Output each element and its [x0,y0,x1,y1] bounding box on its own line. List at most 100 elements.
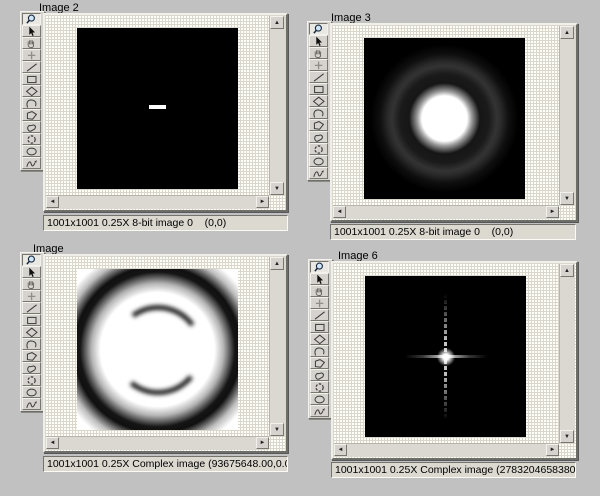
point-tool-button[interactable] [310,297,329,309]
scroll-up-button[interactable]: ▲ [270,16,284,29]
image-display[interactable] [365,276,526,437]
image-window: Image ▲ ▼ ◄ ► [20,243,288,473]
scroll-up-button[interactable]: ▲ [270,257,284,270]
scroll-up-button[interactable]: ▲ [560,26,574,39]
selection-tool-button[interactable] [310,273,329,285]
horizontal-scroll-trough[interactable] [59,196,256,209]
scroll-right-button[interactable]: ► [256,196,269,208]
scroll-up-button[interactable]: ▲ [560,264,574,277]
scroll-left-button[interactable]: ◄ [334,444,347,456]
rotated-rectangle-tool-icon [313,334,327,345]
horizontal-scroll-trough[interactable] [59,437,256,450]
zoom-tool-icon [313,262,327,273]
horizontal-scrollbar[interactable]: ◄ ► [46,195,269,209]
scroll-down-button[interactable]: ▼ [560,430,574,443]
rectangle-tool-button[interactable] [309,83,328,95]
polygon-tool-button[interactable] [22,350,41,362]
vertical-scroll-trough[interactable] [560,39,575,192]
scroll-down-button[interactable]: ▼ [560,192,574,205]
vertical-scroll-trough[interactable] [270,270,285,423]
point-tool-icon [312,60,326,71]
line-tool-button[interactable] [22,302,41,314]
annulus-tool-button[interactable] [22,374,41,386]
annulus-tool-button[interactable] [310,381,329,393]
vertical-scrollbar[interactable]: ▲ ▼ [269,16,285,195]
freehand-region-tool-button[interactable] [310,369,329,381]
rotated-rectangle-tool-button[interactable] [22,326,41,338]
point-tool-button[interactable] [22,49,41,61]
image-window-3: Image 3 ▲ ▼ ◄ ► 1001x1001 0.25X 8-bit im [307,12,578,242]
image-display[interactable] [364,38,525,199]
scroll-right-button[interactable]: ► [546,206,559,218]
pan-tool-button[interactable] [309,47,328,59]
zoom-tool-button[interactable] [310,261,329,273]
freehand-region-tool-button[interactable] [22,362,41,374]
oval-tool-button[interactable] [22,145,41,157]
oval-tool-button[interactable] [309,155,328,167]
pan-tool-button[interactable] [22,278,41,290]
rectangle-tool-button[interactable] [22,73,41,85]
pan-tool-button[interactable] [310,285,329,297]
selection-tool-button[interactable] [22,266,41,278]
broken-line-tool-button[interactable] [22,338,41,350]
pan-tool-button[interactable] [22,37,41,49]
annulus-tool-icon [313,382,327,393]
freehand-region-tool-button[interactable] [22,121,41,133]
selection-tool-button[interactable] [309,35,328,47]
scroll-right-button[interactable]: ► [256,437,269,449]
freehand-line-tool-button[interactable] [22,398,41,410]
freehand-line-tool-button[interactable] [309,167,328,179]
vertical-scrollbar[interactable]: ▲ ▼ [269,257,285,436]
broken-line-tool-button[interactable] [22,97,41,109]
oval-tool-button[interactable] [22,386,41,398]
freehand-line-tool-button[interactable] [22,157,41,169]
oval-tool-button[interactable] [310,393,329,405]
vertical-scrollbar[interactable]: ▲ ▼ [559,26,575,205]
broken-line-tool-button[interactable] [309,107,328,119]
freehand-line-tool-button[interactable] [310,405,329,417]
left-arrow-icon: ◄ [337,209,343,215]
polygon-tool-button[interactable] [309,119,328,131]
point-tool-button[interactable] [22,290,41,302]
annulus-tool-button[interactable] [309,143,328,155]
image-viewport[interactable] [45,256,286,451]
freehand-region-tool-button[interactable] [309,131,328,143]
rectangle-tool-button[interactable] [22,314,41,326]
zoom-tool-icon [25,14,39,25]
vertical-scroll-trough[interactable] [560,277,575,430]
scroll-down-button[interactable]: ▼ [270,182,284,195]
image-viewport[interactable] [45,15,286,210]
scroll-right-button[interactable]: ► [546,444,559,456]
scroll-left-button[interactable]: ◄ [333,206,346,218]
image-viewport[interactable] [332,25,576,220]
annulus-tool-button[interactable] [22,133,41,145]
rotated-rectangle-tool-button[interactable] [309,95,328,107]
image-viewport[interactable] [333,263,576,458]
scroll-left-button[interactable]: ◄ [46,196,59,208]
zoom-tool-button[interactable] [22,254,41,266]
image-display[interactable] [77,269,238,430]
zoom-tool-button[interactable] [309,23,328,35]
horizontal-scrollbar[interactable]: ◄ ► [333,205,559,219]
broken-line-tool-button[interactable] [310,345,329,357]
horizontal-scroll-trough[interactable] [346,206,546,219]
rectangle-tool-button[interactable] [310,321,329,333]
rotated-rectangle-tool-button[interactable] [22,85,41,97]
horizontal-scrollbar[interactable]: ◄ ► [334,443,559,457]
vertical-scrollbar[interactable]: ▲ ▼ [559,264,575,443]
line-tool-button[interactable] [309,71,328,83]
zoom-tool-button[interactable] [22,13,41,25]
line-tool-button[interactable] [22,61,41,73]
scroll-left-button[interactable]: ◄ [46,437,59,449]
rotated-rectangle-tool-button[interactable] [310,333,329,345]
point-tool-button[interactable] [309,59,328,71]
scroll-down-button[interactable]: ▼ [270,423,284,436]
image-display[interactable] [77,28,238,189]
polygon-tool-button[interactable] [310,357,329,369]
vertical-scroll-trough[interactable] [270,29,285,182]
polygon-tool-button[interactable] [22,109,41,121]
line-tool-button[interactable] [310,309,329,321]
selection-tool-button[interactable] [22,25,41,37]
horizontal-scroll-trough[interactable] [347,444,546,457]
horizontal-scrollbar[interactable]: ◄ ► [46,436,269,450]
